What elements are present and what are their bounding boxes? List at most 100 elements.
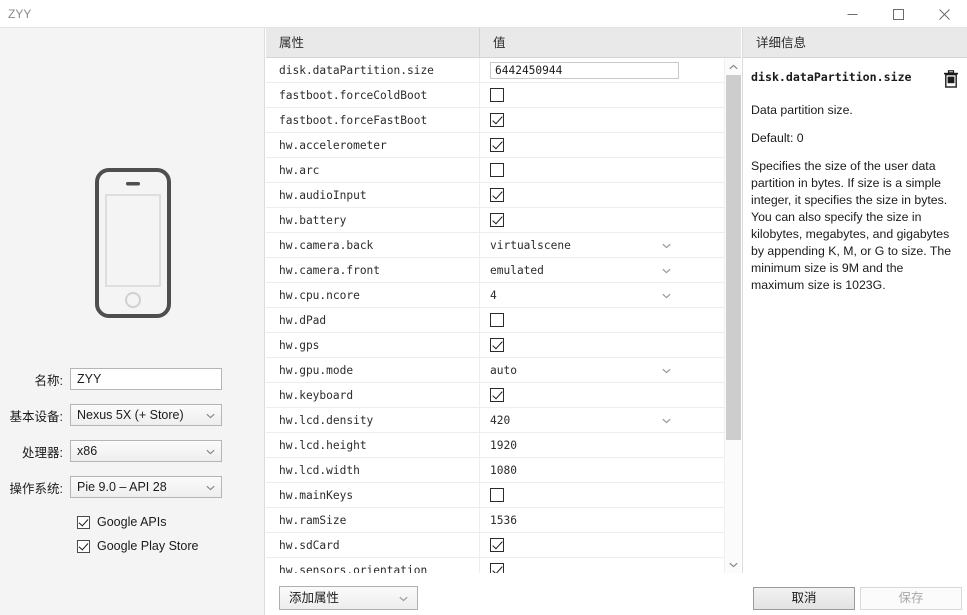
property-value-cell[interactable] [480, 533, 741, 558]
table-row[interactable]: hw.lcd.density 420 [266, 407, 741, 433]
property-value-cell[interactable]: 1920 [480, 433, 741, 458]
add-property-dropdown[interactable]: 添加属性 [279, 586, 418, 610]
value-text: 1536 [490, 513, 517, 527]
detail-default: Default: 0 [751, 131, 804, 145]
bottom-bar: 添加属性 取消 保存 [266, 574, 967, 615]
value-checkbox[interactable] [490, 113, 504, 127]
value-input[interactable]: 6442450944 [490, 61, 679, 79]
property-value-cell[interactable]: 4 [480, 283, 741, 308]
table-row[interactable]: hw.ramSize 1536 [266, 507, 741, 533]
chevron-down-icon [662, 236, 671, 254]
value-checkbox[interactable] [490, 163, 504, 177]
table-row[interactable]: hw.cpu.ncore 4 [266, 282, 741, 308]
property-value-cell[interactable]: auto [480, 358, 741, 383]
base-device-select[interactable]: Nexus 5X (+ Store) [70, 404, 222, 426]
property-value-cell[interactable]: 6442450944 [480, 58, 741, 83]
property-value-cell[interactable]: 1536 [480, 508, 741, 533]
property-value-cell[interactable] [480, 158, 741, 183]
processor-select[interactable]: x86 [70, 440, 222, 462]
property-name-cell: hw.dPad [266, 307, 480, 333]
value-checkbox[interactable] [490, 213, 504, 227]
property-value-cell[interactable] [480, 558, 741, 573]
value-checkbox[interactable] [490, 538, 504, 552]
window-controls [829, 0, 967, 28]
property-name-cell: hw.sdCard [266, 532, 480, 558]
google-play-store-checkbox-row[interactable]: Google Play Store [77, 536, 265, 556]
table-row[interactable]: hw.keyboard [266, 382, 741, 408]
table-body[interactable]: disk.dataPartition.size 6442450944 fastboo… [266, 58, 741, 573]
os-value: Pie 9.0 – API 28 [77, 480, 167, 494]
table-row[interactable]: hw.gps [266, 332, 741, 358]
save-button[interactable]: 保存 [860, 587, 962, 610]
table-row[interactable]: fastboot.forceColdBoot [266, 82, 741, 108]
table-row[interactable]: hw.camera.back virtualscene [266, 232, 741, 258]
maximize-icon[interactable] [875, 0, 921, 28]
value-checkbox[interactable] [490, 313, 504, 327]
property-name-cell: hw.cpu.ncore [266, 282, 480, 308]
property-value-cell[interactable] [480, 333, 741, 358]
value-checkbox[interactable] [490, 338, 504, 352]
os-select[interactable]: Pie 9.0 – API 28 [70, 476, 222, 498]
table-row[interactable]: hw.lcd.height 1920 [266, 432, 741, 458]
google-apis-checkbox-row[interactable]: Google APIs [77, 512, 265, 532]
property-value-cell[interactable] [480, 183, 741, 208]
table-header: 属性 值 [266, 28, 741, 58]
base-device-label: 基本设备: [9, 409, 63, 424]
value-checkbox[interactable] [490, 563, 504, 573]
value-text: 1080 [490, 463, 517, 477]
value-checkbox[interactable] [490, 388, 504, 402]
table-row[interactable]: hw.camera.front emulated [266, 257, 741, 283]
scroll-down-icon[interactable] [725, 556, 742, 573]
property-value-cell[interactable]: virtualscene [480, 233, 741, 258]
delete-icon[interactable] [943, 70, 959, 93]
table-row[interactable]: hw.sdCard [266, 532, 741, 558]
table-row[interactable]: hw.gpu.mode auto [266, 357, 741, 383]
scroll-up-icon[interactable] [725, 58, 742, 75]
table-row[interactable]: fastboot.forceFastBoot [266, 107, 741, 133]
detail-title: disk.dataPartition.size [751, 70, 912, 84]
chevron-down-icon [206, 405, 215, 425]
close-icon[interactable] [921, 0, 967, 28]
window-title: ZYY [8, 7, 32, 21]
google-play-store-checkbox[interactable] [77, 539, 90, 553]
property-table: 属性 值 disk.dataPartition.size 6442450944 fa… [266, 28, 741, 573]
chevron-down-icon [662, 261, 671, 279]
property-value-cell[interactable]: 1080 [480, 458, 741, 483]
processor-value: x86 [77, 444, 98, 458]
table-row[interactable]: hw.arc [266, 157, 741, 183]
property-value-cell[interactable] [480, 83, 741, 108]
property-value-cell[interactable] [480, 308, 741, 333]
property-value-cell[interactable] [480, 383, 741, 408]
google-apis-checkbox[interactable] [77, 515, 90, 529]
table-row[interactable]: hw.battery [266, 207, 741, 233]
property-value-cell[interactable]: emulated [480, 258, 741, 283]
property-value-cell[interactable] [480, 483, 741, 508]
google-apis-label: Google APIs [97, 515, 167, 529]
table-row[interactable]: hw.sensors.orientation [266, 557, 741, 573]
value-select-text: auto [490, 363, 517, 377]
table-row[interactable]: hw.audioInput [266, 182, 741, 208]
value-checkbox[interactable] [490, 138, 504, 152]
table-row[interactable]: hw.lcd.width 1080 [266, 457, 741, 483]
chevron-down-icon [206, 477, 215, 497]
property-value-cell[interactable] [480, 208, 741, 233]
minimize-icon[interactable] [829, 0, 875, 28]
value-checkbox[interactable] [490, 488, 504, 502]
value-checkbox[interactable] [490, 188, 504, 202]
table-row[interactable]: hw.mainKeys [266, 482, 741, 508]
form-row-name: 名称: ZYY [0, 368, 265, 390]
cancel-button[interactable]: 取消 [753, 587, 855, 610]
property-value-cell[interactable] [480, 108, 741, 133]
os-label: 操作系统: [9, 481, 63, 496]
table-row[interactable]: hw.dPad [266, 307, 741, 333]
table-row[interactable]: hw.accelerometer [266, 132, 741, 158]
name-input[interactable]: ZYY [70, 368, 222, 390]
property-value-cell[interactable] [480, 133, 741, 158]
scrollbar-thumb[interactable] [726, 75, 741, 440]
property-value-cell[interactable]: 420 [480, 408, 741, 433]
name-label: 名称: [34, 373, 63, 388]
table-row[interactable]: disk.dataPartition.size 6442450944 [266, 58, 741, 83]
value-checkbox[interactable] [490, 88, 504, 102]
property-name-cell: hw.battery [266, 207, 480, 233]
table-scrollbar[interactable] [724, 58, 741, 573]
